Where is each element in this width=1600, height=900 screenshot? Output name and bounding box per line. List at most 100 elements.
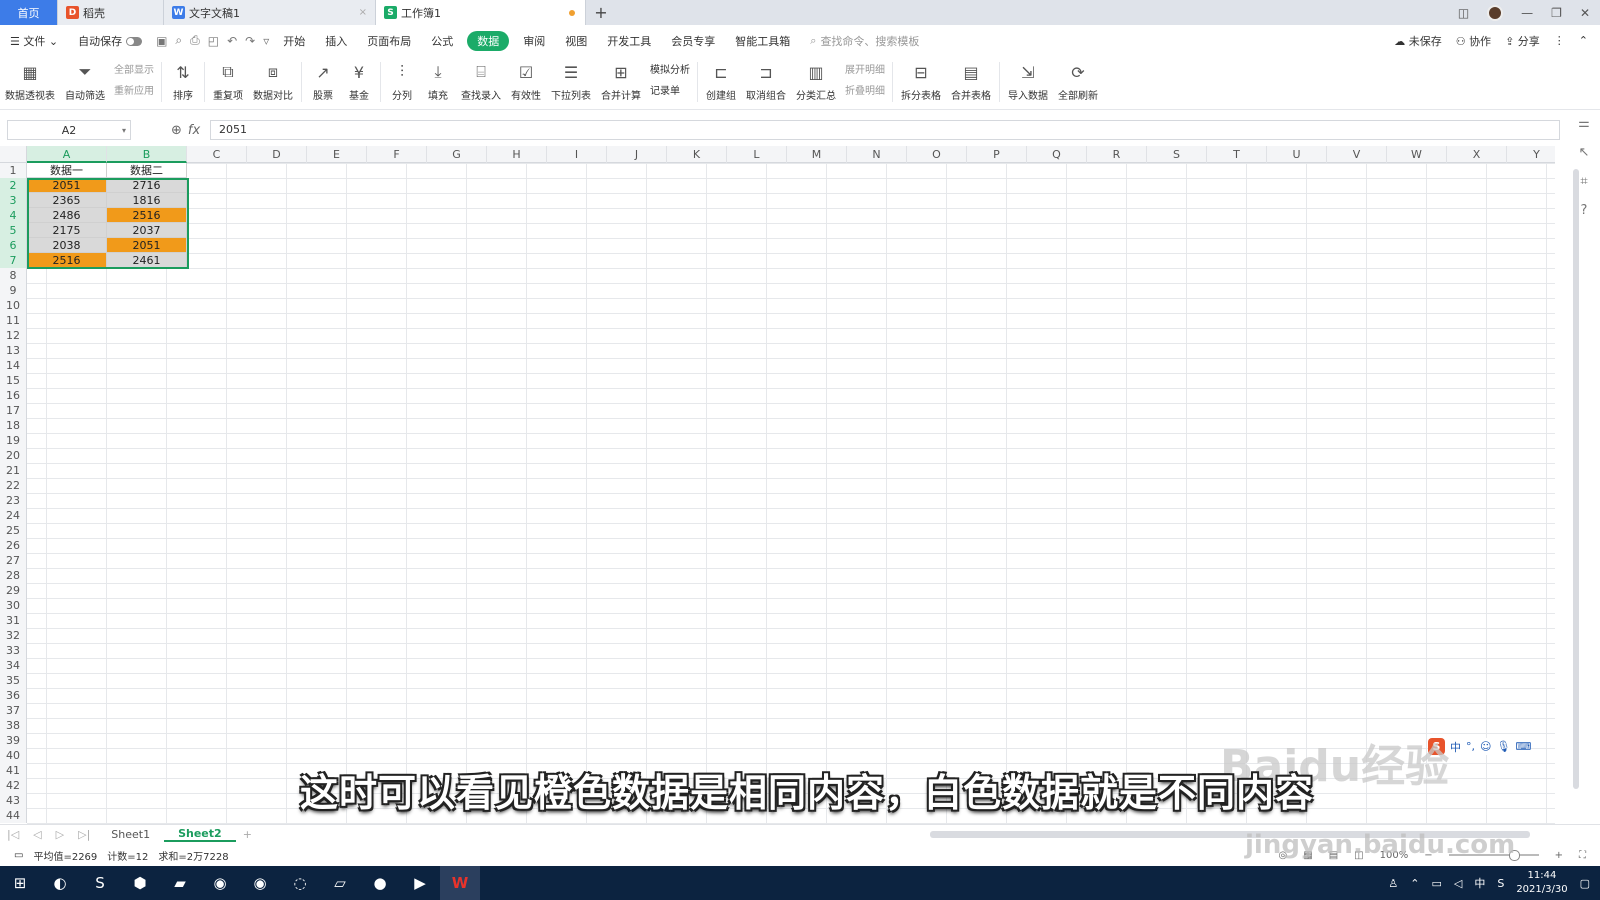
row-header[interactable]: 32 <box>0 628 26 643</box>
row-header[interactable]: 35 <box>0 673 26 688</box>
cell-b2[interactable]: 2716 <box>107 178 187 193</box>
row-header[interactable]: 15 <box>0 373 26 388</box>
browser-icon[interactable]: ◐ <box>40 866 80 900</box>
new-tab-button[interactable]: + <box>586 0 616 25</box>
sogou-tray-icon[interactable]: S <box>1497 877 1504 890</box>
row-header[interactable]: 10 <box>0 298 26 313</box>
expand-detail-button[interactable]: 展开明细 <box>845 61 885 76</box>
column-header-m[interactable]: M <box>787 146 847 163</box>
avatar[interactable] <box>1487 4 1504 21</box>
cell-a7[interactable]: 2516 <box>27 253 107 268</box>
ime-emoji-icon[interactable]: ☺ <box>1480 740 1491 753</box>
cursor-icon[interactable]: ↖ <box>1579 145 1590 160</box>
column-header-o[interactable]: O <box>907 146 967 163</box>
row-header[interactable]: 19 <box>0 433 26 448</box>
settings-sliders-icon[interactable]: ⚌ <box>1578 116 1590 131</box>
cell-b1[interactable]: 数据二 <box>107 163 187 178</box>
close-icon[interactable]: × <box>359 7 367 18</box>
column-header-c[interactable]: C <box>187 146 247 163</box>
row-header[interactable]: 33 <box>0 643 26 658</box>
row-header[interactable]: 39 <box>0 733 26 748</box>
column-header-x[interactable]: X <box>1447 146 1507 163</box>
menu-review[interactable]: 审阅 <box>513 33 555 49</box>
cell-a6[interactable]: 2038 <box>27 238 107 253</box>
tab-home[interactable]: 首页 <box>0 0 58 25</box>
row-header[interactable]: 42 <box>0 778 26 793</box>
cell-a3[interactable]: 2365 <box>27 193 107 208</box>
column-header-f[interactable]: F <box>367 146 427 163</box>
create-group-button[interactable]: ⊏ 创建组 <box>701 56 741 103</box>
row-header[interactable]: 11 <box>0 313 26 328</box>
column-header-y[interactable]: Y <box>1507 146 1555 163</box>
row-header[interactable]: 30 <box>0 598 26 613</box>
user-icon[interactable]: ♙ <box>1388 877 1398 890</box>
fill-button[interactable]: ⤓ 填充 <box>420 56 456 102</box>
tab-workbook[interactable]: S 工作簿1 <box>376 0 586 25</box>
sort-button[interactable]: ⇅ 排序 <box>165 56 201 103</box>
sheet-tab-sheet1[interactable]: Sheet1 <box>97 828 164 841</box>
next-sheet-icon[interactable]: ▷ <box>49 828 71 841</box>
reapply-button[interactable]: 重新应用 <box>114 82 154 97</box>
row-header[interactable]: 28 <box>0 568 26 583</box>
zoom-in-icon[interactable]: + <box>1555 850 1563 861</box>
row-header[interactable]: 29 <box>0 583 26 598</box>
menu-formula[interactable]: 公式 <box>421 33 463 49</box>
cell-a1[interactable]: 数据一 <box>27 163 107 178</box>
menu-start[interactable]: 开始 <box>273 33 315 49</box>
row-header[interactable]: 43 <box>0 793 26 808</box>
windows-start-icon[interactable]: ⊞ <box>0 866 40 900</box>
column-header-l[interactable]: L <box>727 146 787 163</box>
prev-sheet-icon[interactable]: ◁ <box>26 828 48 841</box>
consolidate-button[interactable]: ⊞ 合并计算 <box>596 56 646 103</box>
notes-icon[interactable]: ▱ <box>320 866 360 900</box>
row-header[interactable]: 12 <box>0 328 26 343</box>
ime-punct-icon[interactable]: °, <box>1466 740 1475 753</box>
row-header[interactable]: 2 <box>0 178 26 193</box>
column-header-j[interactable]: J <box>607 146 667 163</box>
column-header-n[interactable]: N <box>847 146 907 163</box>
formula-input[interactable]: 2051 <box>210 120 1560 140</box>
row-header[interactable]: 40 <box>0 748 26 763</box>
add-sheet-icon[interactable]: + <box>236 828 259 841</box>
command-search[interactable]: ⌕ 查找命令、搜索模板 <box>810 33 919 49</box>
row-header[interactable]: 21 <box>0 463 26 478</box>
first-sheet-icon[interactable]: |◁ <box>0 828 26 841</box>
row-header[interactable]: 4 <box>0 208 26 223</box>
chat-icon[interactable]: ● <box>360 866 400 900</box>
cell-b7[interactable]: 2461 <box>107 253 187 268</box>
lookup-entry-button[interactable]: ⌸ 查找录入 <box>456 56 506 102</box>
whatif-button[interactable]: 模拟分析 <box>650 61 690 76</box>
column-header-h[interactable]: H <box>487 146 547 163</box>
format-painter-icon[interactable]: ⌕ <box>171 33 186 48</box>
collab-button[interactable]: ⚇ 协作 <box>1456 33 1491 49</box>
row-header[interactable]: 25 <box>0 523 26 538</box>
dropdown-list-button[interactable]: ☰ 下拉列表 <box>546 56 596 103</box>
ime-chinese-icon[interactable]: 中 <box>1450 739 1461 755</box>
edge-icon[interactable]: ◌ <box>280 866 320 900</box>
player-icon[interactable]: ▶ <box>400 866 440 900</box>
show-all-button[interactable]: 全部显示 <box>114 61 154 76</box>
column-header-r[interactable]: R <box>1087 146 1147 163</box>
import-data-button[interactable]: ⇲ 导入数据 <box>1003 56 1053 103</box>
row-header[interactable]: 7 <box>0 253 26 268</box>
cell-b6[interactable]: 2051 <box>107 238 187 253</box>
crop-icon[interactable]: ⌗ <box>1580 174 1587 189</box>
menu-smart-tools[interactable]: 智能工具箱 <box>725 33 800 49</box>
print-icon[interactable]: ⎙ <box>186 33 204 48</box>
split-column-button[interactable]: ⫶ 分列 <box>384 56 420 102</box>
macro-icon[interactable]: ▭ <box>14 850 23 861</box>
column-header-v[interactable]: V <box>1327 146 1387 163</box>
close-window-icon[interactable]: ✕ <box>1580 6 1590 20</box>
row-header[interactable]: 26 <box>0 538 26 553</box>
row-header[interactable]: 16 <box>0 388 26 403</box>
autofilter-button[interactable]: ⏷ 自动筛选 <box>60 56 110 102</box>
row-header[interactable]: 6 <box>0 238 26 253</box>
help-icon[interactable]: ? <box>1581 203 1588 218</box>
row-header[interactable]: 5 <box>0 223 26 238</box>
column-header-g[interactable]: G <box>427 146 487 163</box>
row-header[interactable]: 41 <box>0 763 26 778</box>
column-header-b[interactable]: B <box>107 146 187 163</box>
autosave-toggle[interactable]: 自动保存 <box>68 33 152 49</box>
restore-icon[interactable]: ❐ <box>1551 6 1562 20</box>
row-header[interactable]: 14 <box>0 358 26 373</box>
